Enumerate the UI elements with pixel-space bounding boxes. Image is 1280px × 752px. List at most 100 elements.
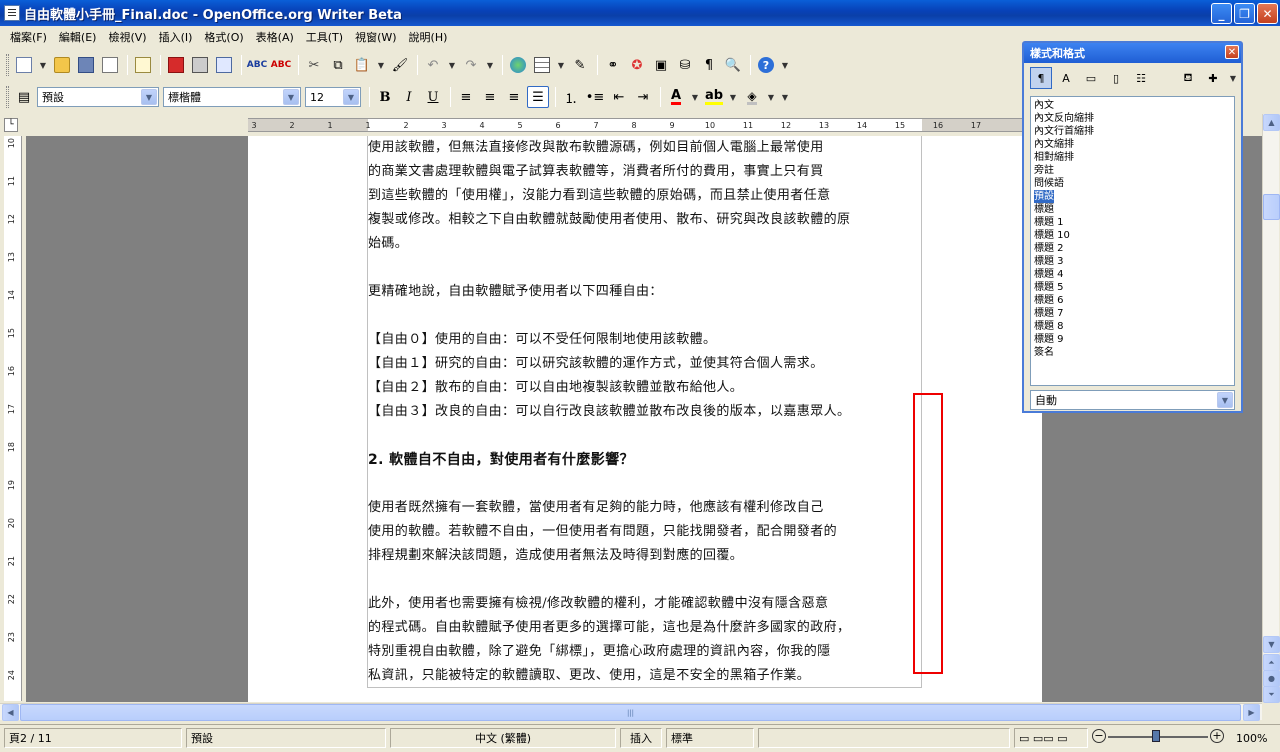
style-list-item[interactable]: 標題 1 (1034, 217, 1064, 228)
styles-panel-titlebar[interactable]: 樣式和格式 ✕ (1024, 43, 1241, 63)
autospellcheck-button[interactable]: ABC (270, 54, 292, 76)
style-list-item[interactable]: 預設 (1034, 190, 1054, 203)
underline-button[interactable]: U (422, 86, 444, 108)
text-line[interactable]: 此外，使用者也需要擁有檢視/修改軟體的權利，才能確認軟體中沒有隱含惡意 (368, 592, 923, 616)
justify-button[interactable]: ☰ (527, 86, 549, 108)
style-list-item[interactable]: 標題 (1034, 204, 1054, 215)
undo-button[interactable]: ↶ (422, 54, 444, 76)
background-color-button[interactable]: ◈ (741, 86, 763, 108)
vertical-scroll-thumb[interactable] (1263, 194, 1280, 220)
scroll-right-button[interactable]: ▶ (1243, 704, 1260, 721)
find-replace-button[interactable]: ⚭ (602, 54, 624, 76)
paste-button[interactable]: 📋 (351, 54, 373, 76)
horizontal-scrollbar[interactable]: ◀ ||| ▶ (0, 703, 1262, 721)
toolbar-options-arrow[interactable]: ▼ (779, 54, 791, 76)
empty-paragraph[interactable] (368, 472, 923, 496)
menu-insert[interactable]: 插入(I) (153, 29, 199, 45)
text-line[interactable]: 始碼。 (368, 232, 923, 256)
font-color-dropdown-arrow[interactable]: ▼ (689, 86, 701, 108)
style-list-item[interactable]: 標題 4 (1034, 269, 1064, 280)
styles-formatting-toggle-button[interactable]: ▤ (13, 86, 35, 108)
toolbar-grip[interactable] (6, 86, 9, 108)
style-list-item[interactable]: 標題 10 (1034, 230, 1070, 241)
frame-styles-button[interactable]: ▭ (1080, 67, 1102, 89)
export-pdf-button[interactable] (165, 54, 187, 76)
fill-format-mode-button[interactable]: ⛾ (1177, 67, 1199, 89)
save-button[interactable] (75, 54, 97, 76)
bold-button[interactable]: B (374, 86, 396, 108)
zoom-button[interactable]: 🔍 (722, 54, 744, 76)
page-preview-button[interactable] (213, 54, 235, 76)
text-line[interactable]: 【自由２】散布的自由：可以自由地複製該軟體並散布給他人。 (368, 376, 923, 400)
navigation-button[interactable]: ● (1263, 670, 1280, 687)
text-line[interactable]: 使用者既然擁有一套軟體，當使用者有足夠的能力時，他應該有權利修改自己 (368, 496, 923, 520)
formatting-marks-button[interactable]: ¶ (698, 54, 720, 76)
styles-list[interactable]: 內文 內文反向縮排 內文行首縮排 內文縮排 相對縮排 旁註 問候語 預設 標題 標題 1 標題 10… (1030, 96, 1235, 386)
align-left-button[interactable]: ≡ (455, 86, 477, 108)
menu-file[interactable]: 檔案(F) (4, 29, 53, 45)
help-button[interactable]: ? (755, 54, 777, 76)
text-line[interactable]: 複製或修改。相較之下自由軟體就鼓勵使用者使用、散布、研究與改良該軟體的原 (368, 208, 923, 232)
zoom-slider-thumb[interactable] (1152, 730, 1160, 742)
text-line[interactable]: 【自由０】使用的自由：可以不受任何限制地使用該軟體。 (368, 328, 923, 352)
hyperlink-button[interactable] (507, 54, 529, 76)
empty-paragraph[interactable] (368, 568, 923, 592)
view-layout-status[interactable]: ▭ ▭▭ ▭ (1014, 728, 1088, 748)
spellcheck-button[interactable]: ABC (246, 54, 268, 76)
style-list-item[interactable]: 標題 5 (1034, 282, 1064, 293)
empty-paragraph[interactable] (368, 304, 923, 328)
chevron-down-icon[interactable]: ▼ (141, 89, 157, 105)
data-sources-button[interactable]: ⛁ (674, 54, 696, 76)
style-list-item[interactable]: 簽名 (1034, 347, 1054, 358)
list-styles-button[interactable]: ☷ (1130, 67, 1152, 89)
page-style-status[interactable]: 預設 (186, 728, 386, 748)
toolbar-options-arrow[interactable]: ▼ (779, 86, 791, 108)
menu-table[interactable]: 表格(A) (250, 29, 300, 45)
page-styles-button[interactable]: ▯ (1105, 67, 1127, 89)
navigator-button[interactable]: ✪ (626, 54, 648, 76)
close-button[interactable]: ✕ (1257, 3, 1278, 24)
styles-panel-close-button[interactable]: ✕ (1225, 45, 1239, 59)
style-list-item[interactable]: 標題 7 (1034, 308, 1064, 319)
character-styles-button[interactable]: A (1055, 67, 1077, 89)
language-status[interactable]: 中文 (繁體) (390, 728, 616, 748)
text-line[interactable]: 特別重視自由軟體，除了避免「綁標」，更擔心政府處理的資訊內容，你我的隱 (368, 640, 923, 664)
scroll-up-button[interactable]: ▲ (1263, 114, 1280, 131)
style-list-item[interactable]: 內文 (1034, 100, 1054, 111)
align-right-button[interactable]: ≡ (503, 86, 525, 108)
horizontal-scroll-thumb[interactable]: ||| (20, 704, 1241, 721)
format-paintbrush-button[interactable]: 🖌 (389, 54, 411, 76)
undo-dropdown-arrow[interactable]: ▼ (446, 54, 458, 76)
new-document-button[interactable] (13, 54, 35, 76)
chevron-down-icon[interactable]: ▼ (283, 89, 299, 105)
align-center-button[interactable]: ≡ (479, 86, 501, 108)
next-page-button[interactable]: ⏷ (1263, 686, 1280, 703)
copy-button[interactable]: ⧉ (327, 54, 349, 76)
vertical-ruler[interactable]: 10 11 12 13 14 15 16 17 18 19 20 21 22 23 24 (4, 136, 22, 701)
horizontal-ruler[interactable]: 3 2 1 1 2 3 4 5 6 7 8 9 10 11 12 13 14 15 16 17 (248, 118, 1042, 132)
font-name-combo[interactable]: 標楷體 ▼ (163, 87, 301, 107)
gallery-button[interactable]: ▣ (650, 54, 672, 76)
toolbar-grip[interactable] (6, 54, 9, 76)
style-list-item[interactable]: 標題 3 (1034, 256, 1064, 267)
scroll-down-button[interactable]: ▼ (1263, 636, 1280, 653)
redo-dropdown-arrow[interactable]: ▼ (484, 54, 496, 76)
new-dropdown-arrow[interactable]: ▼ (37, 54, 49, 76)
show-draw-functions-button[interactable]: ✎ (569, 54, 591, 76)
text-line[interactable]: 使用的軟體。若軟體不自由，一但使用者有問題，只能找開發者，配合開發者的 (368, 520, 923, 544)
insert-mode-status[interactable]: 插入 (620, 728, 662, 748)
edit-file-button[interactable] (132, 54, 154, 76)
decrease-indent-button[interactable]: ⇤ (608, 86, 630, 108)
table-button[interactable] (531, 54, 553, 76)
style-list-item[interactable]: 旁註 (1034, 165, 1054, 176)
vertical-scrollbar[interactable]: ▲ ▼ ⏶ ● ⏷ (1262, 114, 1280, 703)
menu-window[interactable]: 視窗(W) (349, 29, 402, 45)
paragraph-styles-button[interactable]: ¶ (1030, 67, 1052, 89)
style-list-item[interactable]: 標題 8 (1034, 321, 1064, 332)
text-line[interactable]: 的商業文書處理軟體與電子試算表軟體等，消費者所付的費用，事實上只有買 (368, 160, 923, 184)
new-style-dropdown-arrow[interactable]: ▼ (1227, 67, 1239, 89)
paragraph-style-combo[interactable]: 預設 ▼ (37, 87, 159, 107)
menu-tools[interactable]: 工具(T) (300, 29, 349, 45)
text-line[interactable]: 排程規劃來解決該問題，造成使用者無法及時得到對應的回覆。 (368, 544, 923, 568)
font-color-button[interactable]: A (665, 86, 687, 108)
